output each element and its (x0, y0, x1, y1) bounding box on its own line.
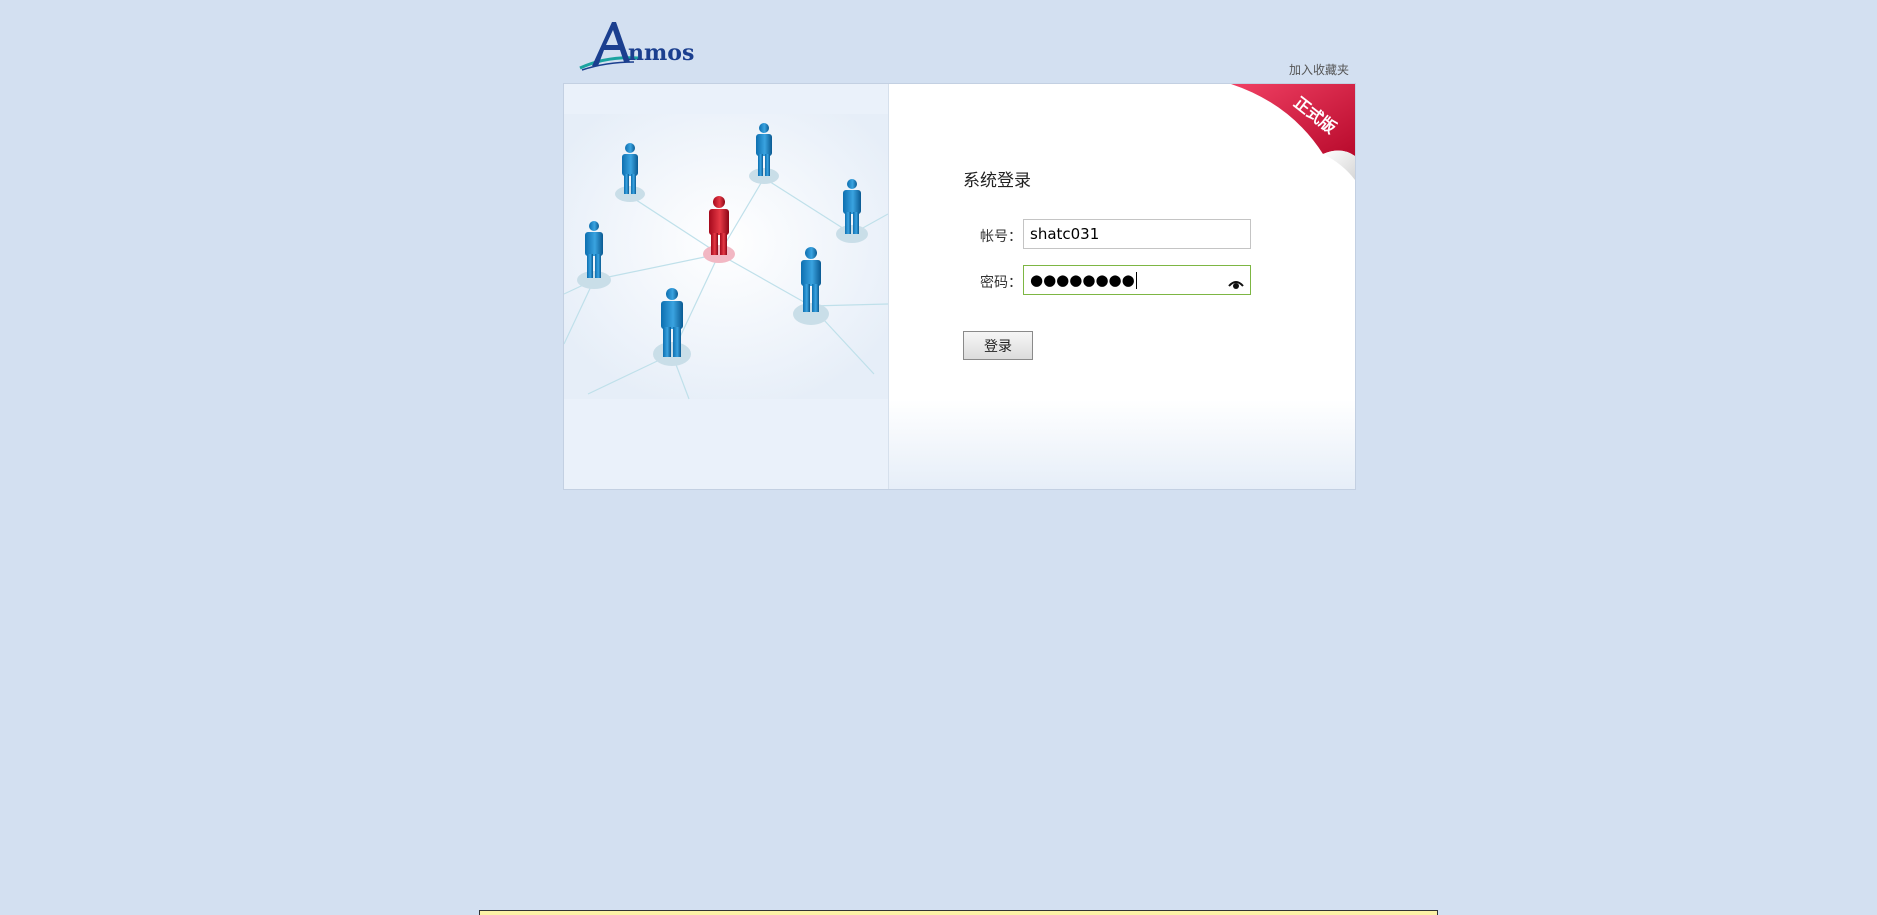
add-to-favorites-link[interactable]: 加入收藏夹 (1289, 61, 1349, 78)
account-label: 帐号： (980, 229, 1022, 245)
password-input-value: ●●●●●●●● (1030, 271, 1135, 289)
text-caret (1135, 272, 1137, 289)
login-title: 系统登录 (963, 171, 1031, 191)
login-button[interactable]: 登录 (963, 331, 1033, 360)
release-badge: 正式版 (1231, 84, 1355, 180)
password-label: 密码： (980, 275, 1022, 291)
people-network-illustration (564, 84, 889, 489)
notification-bar (479, 910, 1438, 915)
password-input[interactable]: ●●●●●●●● (1023, 265, 1251, 295)
logo-wordmark: nmos (628, 40, 694, 66)
eye-icon[interactable] (1228, 273, 1244, 289)
account-input-value: shatc031 (1030, 225, 1100, 243)
account-input[interactable]: shatc031 (1023, 219, 1251, 249)
annmos-logo: nmos (576, 18, 716, 74)
